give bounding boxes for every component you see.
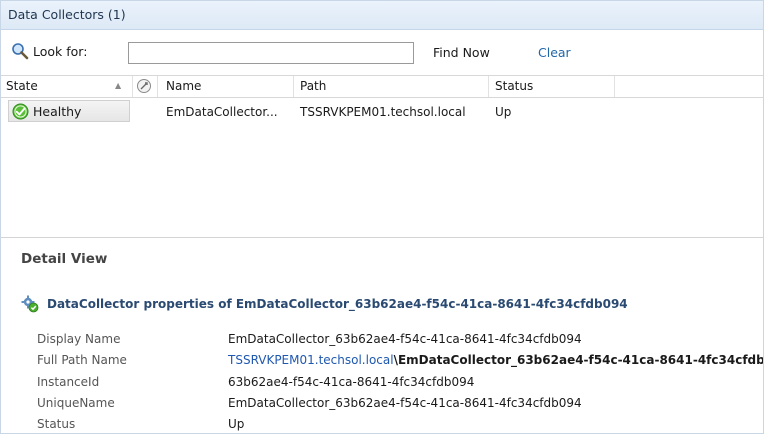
column-divider — [614, 76, 615, 97]
column-header-path[interactable]: Path — [300, 79, 326, 93]
column-divider — [132, 76, 133, 97]
full-path-link[interactable]: TSSRVKPEM01.techsol.local — [228, 353, 394, 367]
prop-value-display-name: EmDataCollector_63b62ae4-f54c-41ca-8641-… — [228, 332, 582, 346]
column-divider — [157, 76, 158, 97]
properties-heading-text: DataCollector properties of EmDataCollec… — [47, 297, 628, 311]
column-divider — [293, 76, 294, 97]
full-path-rest: \EmDataCollector_63b62ae4-f54c-41ca-8641… — [393, 353, 764, 367]
look-for-label: Look for: — [33, 43, 88, 59]
maintenance-mode-icon[interactable] — [136, 78, 152, 94]
prop-label-display-name: Display Name — [37, 332, 121, 346]
column-divider — [488, 76, 489, 97]
window-title: Data Collectors (1) — [8, 7, 126, 22]
magnifier-icon — [12, 43, 29, 60]
healthy-check-icon — [12, 103, 29, 119]
detail-view-title: Detail View — [21, 251, 108, 267]
properties-heading: DataCollector properties of EmDataCollec… — [21, 295, 628, 313]
data-collector-gear-icon — [21, 295, 39, 313]
state-value: Healthy — [33, 103, 82, 119]
prop-value-unique-name: EmDataCollector_63b62ae4-f54c-41ca-8641-… — [228, 396, 582, 410]
prop-label-status: Status — [37, 417, 76, 431]
prop-value-full-path-name: TSSRVKPEM01.techsol.local\EmDataCollecto… — [228, 353, 764, 367]
search-toolbar: Look for: Find Now Clear — [1, 30, 763, 73]
prop-label-unique-name: UniqueName — [37, 396, 115, 410]
column-header-status[interactable]: Status — [495, 79, 533, 93]
prop-value-status: Up — [228, 417, 245, 431]
prop-label-full-path-name: Full Path Name — [37, 353, 127, 367]
grid-header: State ▲ Name Path Status — [1, 75, 763, 98]
search-input[interactable] — [128, 42, 414, 64]
column-header-state[interactable]: State — [6, 79, 38, 93]
path-value: TSSRVKPEM01.techsol.local — [300, 105, 466, 119]
prop-value-instance-id: 63b62ae4-f54c-41ca-8641-4fc34cfdb094 — [228, 375, 475, 389]
column-header-name[interactable]: Name — [166, 79, 201, 93]
clear-link[interactable]: Clear — [538, 45, 571, 60]
status-value: Up — [495, 105, 512, 119]
look-for-group: Look for: — [11, 42, 87, 60]
sort-ascending-icon: ▲ — [115, 81, 122, 90]
title-bar: Data Collectors (1) — [1, 1, 763, 30]
state-cell: Healthy — [8, 100, 130, 122]
list-empty-area — [1, 126, 763, 236]
prop-label-instance-id: InstanceId — [37, 375, 100, 389]
table-row[interactable]: Healthy EmDataCollector... TSSRVKPEM01.t… — [1, 98, 763, 126]
find-now-button[interactable]: Find Now — [433, 45, 490, 60]
name-value: EmDataCollector... — [166, 105, 278, 119]
data-collectors-window: Data Collectors (1) Look for: Find Now C… — [0, 0, 764, 434]
pane-splitter[interactable] — [1, 237, 763, 238]
